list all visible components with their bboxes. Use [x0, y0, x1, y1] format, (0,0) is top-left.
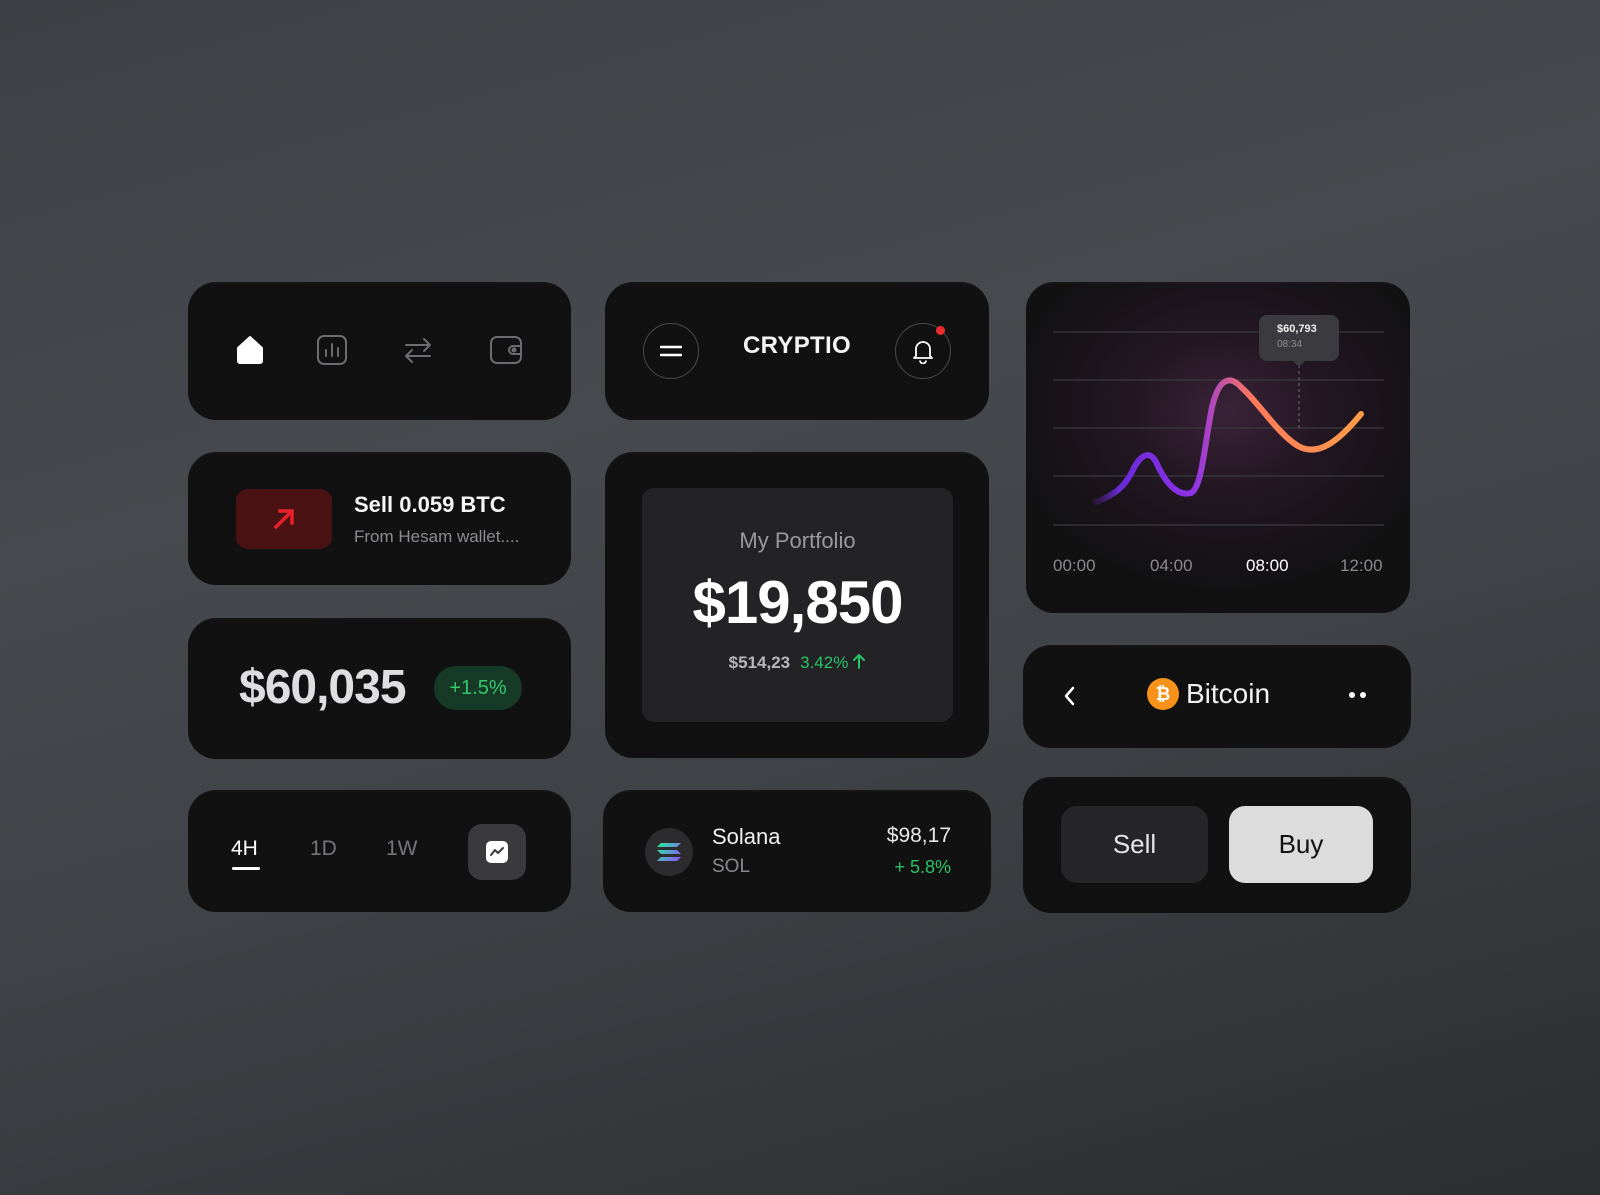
range-tab-1d[interactable]: 1D	[310, 837, 337, 861]
back-button[interactable]	[1061, 683, 1077, 709]
x-axis-tick: 04:00	[1150, 556, 1193, 575]
arrow-up-icon	[853, 654, 866, 669]
arrow-up-right-icon	[273, 509, 294, 530]
asset-change: + 5.8%	[894, 857, 951, 877]
app-header-card: CRYPTIO	[605, 282, 989, 420]
tooltip-value: $60,793	[1277, 323, 1317, 335]
app-brand-title: CRYPTIO	[743, 332, 851, 359]
price-change-badge: +1.5%	[434, 666, 522, 710]
buy-button[interactable]: Buy	[1229, 806, 1373, 883]
tooltip-time: 08:34	[1277, 339, 1303, 350]
portfolio-label: My Portfolio	[739, 528, 856, 553]
home-icon[interactable]	[230, 330, 270, 370]
x-axis-tick: 12:00	[1340, 556, 1383, 575]
sell-badge	[236, 489, 332, 549]
line-chart-icon	[486, 841, 508, 863]
time-range-card: 4H 1D 1W	[188, 790, 571, 912]
price-line	[1093, 377, 1364, 505]
current-price: $60,035	[239, 661, 407, 714]
active-tab-indicator	[232, 867, 260, 870]
bell-icon	[913, 341, 933, 364]
portfolio-change-percent: 3.42%	[800, 653, 849, 672]
range-tab-4h[interactable]: 4H	[231, 837, 258, 861]
notifications-button[interactable]	[895, 323, 951, 379]
portfolio-value: $19,850	[692, 569, 904, 636]
asset-price: $98,17	[886, 824, 951, 847]
portfolio-change: $514,23 3.42%	[642, 653, 953, 673]
notification-dot	[936, 326, 945, 335]
asset-row-card[interactable]: Solana SOL $98,17 + 5.8%	[603, 790, 991, 912]
transaction-card[interactable]: Sell 0.059 BTC From Hesam wallet....	[188, 452, 571, 585]
bottom-nav-card	[188, 282, 571, 420]
asset-name: Solana	[712, 824, 781, 849]
trade-actions-card: Sell Buy	[1023, 777, 1411, 913]
sell-button[interactable]: Sell	[1061, 806, 1208, 883]
coin-header-card: ₿ Bitcoin	[1023, 645, 1411, 748]
chart-type-toggle[interactable]	[468, 824, 526, 880]
price-ticker-card: $60,035 +1.5%	[188, 618, 571, 759]
bar-chart-icon[interactable]	[312, 330, 352, 370]
more-options-icon[interactable]	[1349, 692, 1366, 698]
range-tab-1w[interactable]: 1W	[386, 837, 418, 861]
menu-icon	[660, 345, 682, 357]
portfolio-panel: My Portfolio $19,850 $514,23 3.42%	[642, 488, 953, 722]
transfer-icon[interactable]	[398, 330, 438, 370]
transaction-subtitle: From Hesam wallet....	[354, 527, 520, 546]
chart-tooltip: $60,793 08:34	[1259, 315, 1339, 367]
portfolio-change-amount: $514,23	[728, 653, 791, 672]
coin-name: Bitcoin	[1186, 678, 1271, 709]
asset-symbol: SOL	[712, 856, 751, 877]
wallet-icon[interactable]	[486, 330, 526, 370]
x-axis-tick-active: 08:00	[1246, 556, 1289, 575]
transaction-title: Sell 0.059 BTC	[354, 492, 506, 517]
x-axis-tick: 00:00	[1053, 556, 1096, 575]
bitcoin-icon: ₿	[1147, 678, 1179, 710]
price-chart-card: $60,793 08:34 00:00 04:00 08:00 12:00	[1026, 282, 1410, 613]
solana-icon	[645, 828, 693, 876]
portfolio-card: My Portfolio $19,850 $514,23 3.42%	[605, 452, 989, 758]
